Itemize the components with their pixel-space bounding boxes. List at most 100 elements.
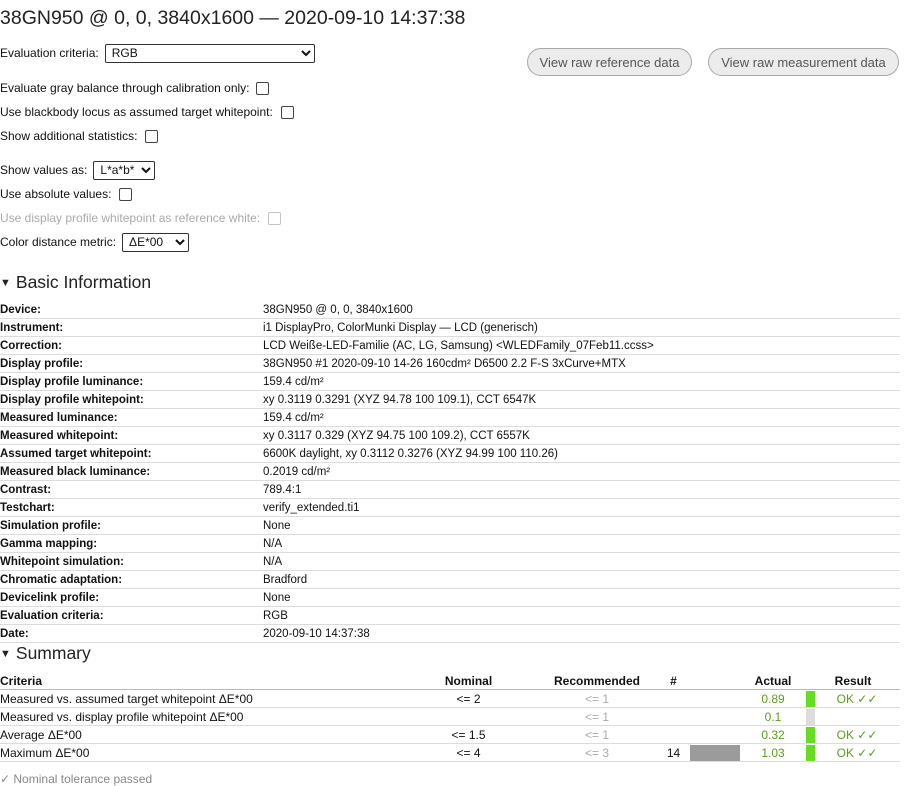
basic-info-heading[interactable]: ▼ Basic Information (0, 272, 151, 293)
blackbody-label: Use blackbody locus as assumed target wh… (0, 105, 273, 119)
summary-recommended: <= 1 (537, 689, 657, 708)
info-label: Measured luminance: (0, 408, 263, 427)
evaluation-criteria-row: Evaluation criteria: RGB (0, 43, 315, 63)
info-label: Whitepoint simulation: (0, 552, 263, 571)
evaluation-criteria-select[interactable]: RGB (104, 43, 315, 63)
info-value: None (263, 516, 900, 535)
summary-row: Maximum ΔE*00 <= 4 <= 3 14 1.03 OK ✓✓ (0, 743, 900, 762)
summary-heading-text: Summary (15, 643, 91, 663)
blackbody-row: Use blackbody locus as assumed target wh… (0, 102, 294, 122)
info-value: xy 0.3119 0.3291 (XYZ 94.78 100 109.1), … (263, 390, 900, 409)
info-label: Instrument: (0, 318, 263, 337)
summary-nominal: <= 4 (400, 743, 537, 762)
info-value: RGB (263, 606, 900, 625)
count-header: # (657, 672, 690, 690)
info-value: i1 DisplayPro, ColorMunki Display — LCD … (263, 318, 900, 337)
info-value: LCD Weiße-LED-Familie (AC, LG, Samsung) … (263, 336, 900, 355)
summary-actual: 1.03 (740, 743, 806, 762)
color-distance-row: Color distance metric: ΔE*00 (0, 232, 190, 252)
info-row: Chromatic adaptation: Bradford (0, 570, 900, 589)
result-color-mark (806, 709, 815, 725)
absolute-values-checkbox[interactable] (119, 187, 133, 201)
info-row: Testchart: verify_extended.ti1 (0, 498, 900, 517)
info-label: Measured black luminance: (0, 462, 263, 481)
summary-count (657, 707, 690, 726)
summary-count (657, 689, 690, 708)
info-row: Devicelink profile: None (0, 588, 900, 607)
recommended-header: Recommended (537, 672, 657, 690)
summary-table: Criteria Nominal Recommended # Actual Re… (0, 672, 900, 762)
summary-heading[interactable]: ▼ Summary (0, 643, 91, 664)
info-label: Evaluation criteria: (0, 606, 263, 625)
show-values-row: Show values as: L*a*b* (0, 160, 156, 180)
color-distance-select[interactable]: ΔE*00 (122, 232, 190, 252)
info-row: Display profile whitepoint: xy 0.3119 0.3… (0, 390, 900, 409)
summary-nominal: <= 2 (400, 689, 537, 708)
basic-info-heading-text: Basic Information (15, 272, 152, 292)
summary-actual: 0.32 (740, 725, 806, 744)
info-row: Contrast: 789.4:1 (0, 480, 900, 499)
collapse-triangle-icon: ▼ (0, 277, 11, 289)
info-row: Date: 2020-09-10 14:37:38 (0, 624, 900, 643)
info-value: 6600K daylight, xy 0.3112 0.3276 (XYZ 94… (263, 444, 900, 463)
show-values-select[interactable]: L*a*b* (93, 160, 156, 180)
summary-criteria: Maximum ΔE*00 (0, 743, 400, 762)
summary-bar-cell (690, 725, 740, 744)
absolute-values-row: Use absolute values: (0, 184, 133, 204)
additional-stats-label: Show additional statistics: (0, 129, 138, 143)
summary-criteria: Average ΔE*00 (0, 725, 400, 744)
color-distance-label: Color distance metric: (0, 235, 117, 249)
additional-stats-row: Show additional statistics: (0, 126, 159, 146)
info-label: Correction: (0, 336, 263, 355)
info-value: 159.4 cd/m² (263, 372, 900, 391)
evaluation-criteria-label: Evaluation criteria: (0, 46, 99, 60)
summary-result-cell: OK ✓✓ (806, 689, 900, 708)
criteria-header: Criteria (0, 672, 400, 690)
info-value: 789.4:1 (263, 480, 900, 499)
result-color-mark (806, 691, 815, 707)
summary-result: OK ✓✓ (836, 691, 878, 706)
collapse-triangle-icon: ▼ (0, 648, 11, 660)
info-value: 38GN950 #1 2020-09-10 14-26 160cdm² D650… (263, 354, 900, 373)
info-label: Measured whitepoint: (0, 426, 263, 445)
summary-result-cell: OK ✓✓ (806, 743, 900, 762)
info-row: Display profile luminance: 159.4 cd/m² (0, 372, 900, 391)
summary-result-cell (806, 707, 900, 726)
info-label: Device: (0, 301, 263, 319)
nominal-header: Nominal (400, 672, 537, 690)
bar-header (690, 672, 740, 690)
summary-result: OK ✓✓ (836, 745, 878, 760)
result-color-mark (806, 727, 815, 743)
summary-bar-cell (690, 743, 740, 762)
info-row: Measured luminance: 159.4 cd/m² (0, 408, 900, 427)
info-value: Bradford (263, 570, 900, 589)
footer-note: ✓ Nominal tolerance passed (0, 772, 153, 786)
additional-stats-checkbox[interactable] (145, 129, 159, 143)
summary-result: OK ✓✓ (836, 727, 878, 742)
info-value: verify_extended.ti1 (263, 498, 900, 517)
summary-result-cell: OK ✓✓ (806, 725, 900, 744)
profile-whitepoint-label: Use display profile whitepoint as refere… (0, 211, 261, 225)
absolute-values-label: Use absolute values: (0, 187, 112, 201)
info-label: Devicelink profile: (0, 588, 263, 607)
info-label: Date: (0, 624, 263, 643)
result-header: Result (806, 672, 900, 690)
view-raw-measurement-button[interactable]: View raw measurement data (708, 48, 899, 76)
profile-whitepoint-checkbox[interactable] (268, 211, 282, 225)
blackbody-checkbox[interactable] (280, 105, 294, 119)
actual-header: Actual (740, 672, 806, 690)
info-row: Measured whitepoint: xy 0.3117 0.329 (XYZ… (0, 426, 900, 445)
info-value: None (263, 588, 900, 607)
info-row: Whitepoint simulation: N/A (0, 552, 900, 571)
info-value: 2020-09-10 14:37:38 (263, 624, 900, 643)
summary-criteria: Measured vs. display profile whitepoint … (0, 707, 400, 726)
info-row: Assumed target whitepoint: 6600K daylight… (0, 444, 900, 463)
info-label: Chromatic adaptation: (0, 570, 263, 589)
view-raw-reference-button[interactable]: View raw reference data (527, 48, 692, 76)
summary-criteria: Measured vs. assumed target whitepoint Δ… (0, 689, 400, 708)
info-label: Testchart: (0, 498, 263, 517)
page-title: 38GN950 @ 0, 0, 3840x1600 — 2020-09-10 1… (0, 7, 466, 29)
summary-count (657, 725, 690, 744)
info-row: Simulation profile: None (0, 516, 900, 535)
gray-balance-checkbox[interactable] (255, 81, 269, 95)
